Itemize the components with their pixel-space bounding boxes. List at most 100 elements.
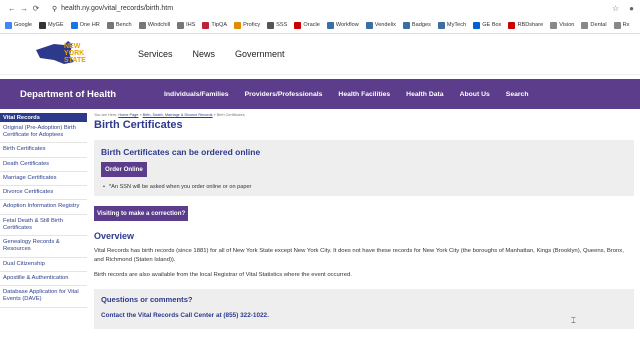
vital-records-sidebar: Vital Records Original (Pre-Adoption) Bi… <box>0 113 87 329</box>
site-info-icon[interactable]: ⚲ <box>52 5 57 13</box>
bookmark-label: Vendelix <box>374 22 396 28</box>
bookmark-item[interactable]: MyTech <box>437 21 467 29</box>
back-icon[interactable]: ← <box>6 4 18 13</box>
nav-news[interactable]: News <box>193 49 216 59</box>
site-header: NEW YORK STATE Services News Government <box>0 34 640 75</box>
bookmark-item[interactable]: GE Box <box>473 21 501 29</box>
overview-paragraph-1: Vital Records has birth records (since 1… <box>94 248 624 263</box>
bookmark-favicon-icon <box>402 21 410 29</box>
bookmark-label: One HR <box>79 22 100 28</box>
bookmark-item[interactable]: Vision <box>550 21 575 29</box>
order-online-box: Birth Certificates can be ordered online… <box>94 140 634 196</box>
bookmark-favicon-icon <box>294 21 302 29</box>
overview-paragraph-2: Birth records are also available from th… <box>94 271 352 278</box>
reload-icon[interactable]: ⟳ <box>30 4 42 13</box>
call-center-line[interactable]: Contact the Vital Records Call Center at… <box>101 312 627 319</box>
bookmark-item[interactable]: MyGE <box>39 21 64 29</box>
correction-button[interactable]: Visiting to make a correction? <box>94 206 189 221</box>
bookmark-label: RBDshare <box>517 22 544 28</box>
sidebar-heading[interactable]: Vital Records <box>0 113 87 122</box>
bookmark-item[interactable]: Badges <box>402 21 431 29</box>
bookmark-star-icon[interactable]: ☆ <box>612 4 619 13</box>
bookmark-favicon-icon <box>550 21 558 29</box>
bookmark-label: Google <box>14 22 33 28</box>
bookmark-item[interactable]: IHS <box>177 21 196 29</box>
sidebar-item-marriage[interactable]: Marriage Certificates <box>0 172 87 187</box>
breadcrumb-prefix: You are Here: <box>94 113 118 117</box>
bookmark-label: Vision <box>559 22 575 28</box>
bookmark-label: Badges <box>411 22 431 28</box>
nav-government[interactable]: Government <box>235 49 285 59</box>
bookmark-label: Workflow <box>335 22 359 28</box>
main-nav: Individuals/Families Providers/Professio… <box>164 91 528 98</box>
nav-providers[interactable]: Providers/Professionals <box>245 91 323 98</box>
address-bar[interactable]: ⚲ health.ny.gov/vital_records/birth.htm <box>52 5 173 13</box>
bookmark-item[interactable]: SSS <box>267 21 288 29</box>
svg-text:NEW: NEW <box>64 43 81 50</box>
bookmark-item[interactable]: Workflow <box>326 21 359 29</box>
bookmark-favicon-icon <box>473 21 481 29</box>
nav-individuals[interactable]: Individuals/Families <box>164 91 229 98</box>
bookmark-item[interactable]: RBDshare <box>508 21 544 29</box>
sidebar-item-fetal-death[interactable]: Fetal Death & Still Birth Certificates <box>0 215 87 237</box>
bookmark-favicon-icon <box>581 21 589 29</box>
sidebar-item-pre-adoption[interactable]: Original (Pre-Adoption) Birth Certificat… <box>0 122 87 144</box>
bookmark-favicon-icon <box>267 21 275 29</box>
bookmark-item[interactable]: TipQA <box>202 21 228 29</box>
bookmark-item[interactable]: Google <box>5 21 33 29</box>
forward-icon[interactable]: → <box>18 4 30 13</box>
bookmark-item[interactable]: Dental <box>581 21 607 29</box>
sidebar-item-adoption-registry[interactable]: Adoption Information Registry <box>0 200 87 215</box>
nav-search[interactable]: Search <box>506 91 529 98</box>
sidebar-item-divorce[interactable]: Divorce Certificates <box>0 186 87 201</box>
breadcrumb-records[interactable]: Birth, Death, Marriage & Divorce Records <box>143 113 213 117</box>
top-nav: Services News Government <box>138 49 285 59</box>
sidebar-item-dual-citizenship[interactable]: Dual Citizenship <box>0 258 87 272</box>
nav-services[interactable]: Services <box>138 49 173 59</box>
bookmark-item[interactable]: Rx <box>613 21 630 29</box>
nav-facilities[interactable]: Health Facilities <box>338 91 390 98</box>
department-title[interactable]: Department of Health <box>20 89 164 100</box>
bookmark-item[interactable]: One HR <box>70 21 100 29</box>
mouse-cursor-icon: ⌶ <box>571 316 576 325</box>
bookmark-item[interactable]: Oracle <box>294 21 320 29</box>
bookmark-favicon-icon <box>365 21 373 29</box>
sidebar-item-dave[interactable]: Database Application for Vital Events (D… <box>0 286 87 308</box>
bookmark-favicon-icon <box>39 21 47 29</box>
sidebar-item-birth[interactable]: Birth Certificates <box>0 143 87 158</box>
svg-text:STATE: STATE <box>64 57 86 64</box>
main-content: You are Here: Home Page » Birth, Death, … <box>94 113 634 329</box>
bookmark-label: MyTech <box>446 22 467 28</box>
bookmark-label: Proficy <box>243 22 261 28</box>
bookmark-favicon-icon <box>437 21 445 29</box>
bookmark-label: IHS <box>186 22 196 28</box>
bookmark-label: Windchill <box>147 22 171 28</box>
bookmark-label: SSS <box>276 22 288 28</box>
bookmark-favicon-icon <box>234 21 242 29</box>
bookmark-label: Oracle <box>303 22 320 28</box>
nys-logo[interactable]: NEW YORK STATE <box>34 36 100 72</box>
breadcrumb-current: Birth Certificates <box>216 113 245 117</box>
nav-about[interactable]: About Us <box>460 91 490 98</box>
url-text: health.ny.gov/vital_records/birth.htm <box>61 5 174 12</box>
profile-icon[interactable]: ● <box>629 4 634 13</box>
bookmark-item[interactable]: Bench <box>106 21 132 29</box>
bookmark-item[interactable]: Windchill <box>138 21 171 29</box>
ssn-note: *An SSN will be asked when you order onl… <box>101 184 627 190</box>
bookmark-item[interactable]: Proficy <box>234 21 261 29</box>
bookmark-item[interactable]: Vendelix <box>365 21 396 29</box>
sidebar-item-death[interactable]: Death Certificates <box>0 158 87 172</box>
bookmark-favicon-icon <box>106 21 114 29</box>
bookmark-label: MyGE <box>48 22 64 28</box>
sidebar-item-genealogy[interactable]: Genealogy Records & Resources <box>0 236 87 258</box>
bookmark-favicon-icon <box>613 21 621 29</box>
order-online-button[interactable]: Order Online <box>101 162 147 177</box>
nav-health-data[interactable]: Health Data <box>406 91 443 98</box>
department-bar: Department of Health Individuals/Familie… <box>0 79 640 109</box>
bookmark-label: TipQA <box>211 22 228 28</box>
bookmark-favicon-icon <box>138 21 146 29</box>
bookmark-favicon-icon <box>70 21 78 29</box>
sidebar-item-apostille[interactable]: Apostille & Authentication <box>0 272 87 287</box>
bookmark-label: Rx <box>622 22 630 28</box>
breadcrumb-home[interactable]: Home Page <box>118 113 138 117</box>
